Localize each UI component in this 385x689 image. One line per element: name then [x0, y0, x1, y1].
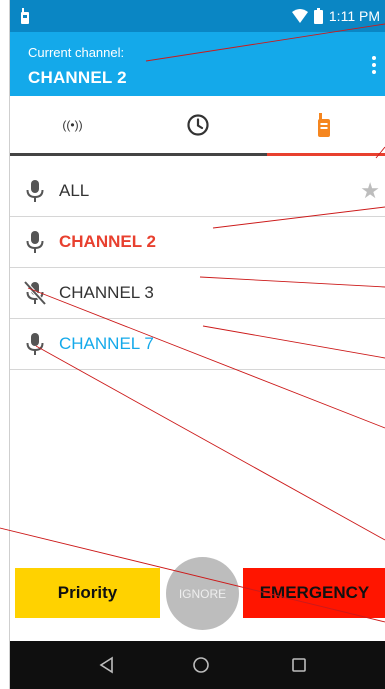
tab-bar: ((•)) — [10, 96, 385, 156]
tab-history[interactable] — [135, 96, 260, 154]
priority-button[interactable]: Priority — [15, 568, 160, 618]
channel-label: CHANNEL 2 — [59, 232, 156, 251]
home-icon[interactable] — [191, 655, 211, 675]
microphone-icon — [26, 180, 44, 202]
app-header: Current channel: CHANNEL 2 — [10, 32, 385, 96]
channel-label: CHANNEL 7 — [59, 334, 154, 353]
microphone-off-icon — [24, 281, 46, 305]
wifi-icon — [291, 9, 308, 23]
more-vert-icon[interactable] — [366, 52, 382, 78]
action-buttons: Priority IGNORE EMERGENCY — [10, 557, 385, 630]
microphone-icon — [26, 231, 44, 253]
walkie-talkie-icon — [21, 8, 29, 24]
channel-row-7[interactable]: CHANNEL 7 — [10, 319, 385, 370]
channel-label: CHANNEL 3 — [59, 283, 154, 302]
radio-icon — [317, 113, 330, 137]
clock-time: 1:11 PM — [328, 8, 380, 24]
channel-label: ALL — [59, 181, 90, 200]
tab-channels[interactable] — [261, 96, 385, 154]
star-icon[interactable]: ★ — [360, 178, 380, 204]
recents-icon[interactable] — [289, 655, 309, 675]
microphone-icon — [26, 333, 44, 355]
current-channel-name: CHANNEL 2 — [28, 68, 127, 87]
channel-row-3[interactable]: CHANNEL 3 — [10, 268, 385, 319]
emergency-button[interactable]: EMERGENCY — [243, 568, 385, 618]
navigation-bar — [10, 641, 385, 689]
phone-screen: 1:11 PM Current channel: CHANNEL 2 ((•)) — [9, 0, 385, 689]
ignore-button[interactable]: IGNORE — [166, 557, 239, 630]
status-bar: 1:11 PM — [10, 0, 385, 32]
channel-row-2[interactable]: CHANNEL 2 — [10, 217, 385, 268]
tab-broadcast[interactable]: ((•)) — [10, 96, 135, 154]
back-icon[interactable] — [97, 655, 117, 675]
clock-icon — [186, 114, 209, 136]
channel-list: ALL ★ CHANNEL 2 CHANNEL 3 CHANNEL 7 — [10, 166, 385, 370]
battery-icon — [313, 8, 323, 24]
channel-row-all[interactable]: ALL ★ — [10, 166, 385, 217]
current-channel-caption: Current channel: — [28, 45, 125, 60]
broadcast-icon: ((•)) — [62, 118, 83, 132]
active-tab-indicator — [267, 153, 385, 156]
status-icons: 1:11 PM — [291, 7, 380, 25]
